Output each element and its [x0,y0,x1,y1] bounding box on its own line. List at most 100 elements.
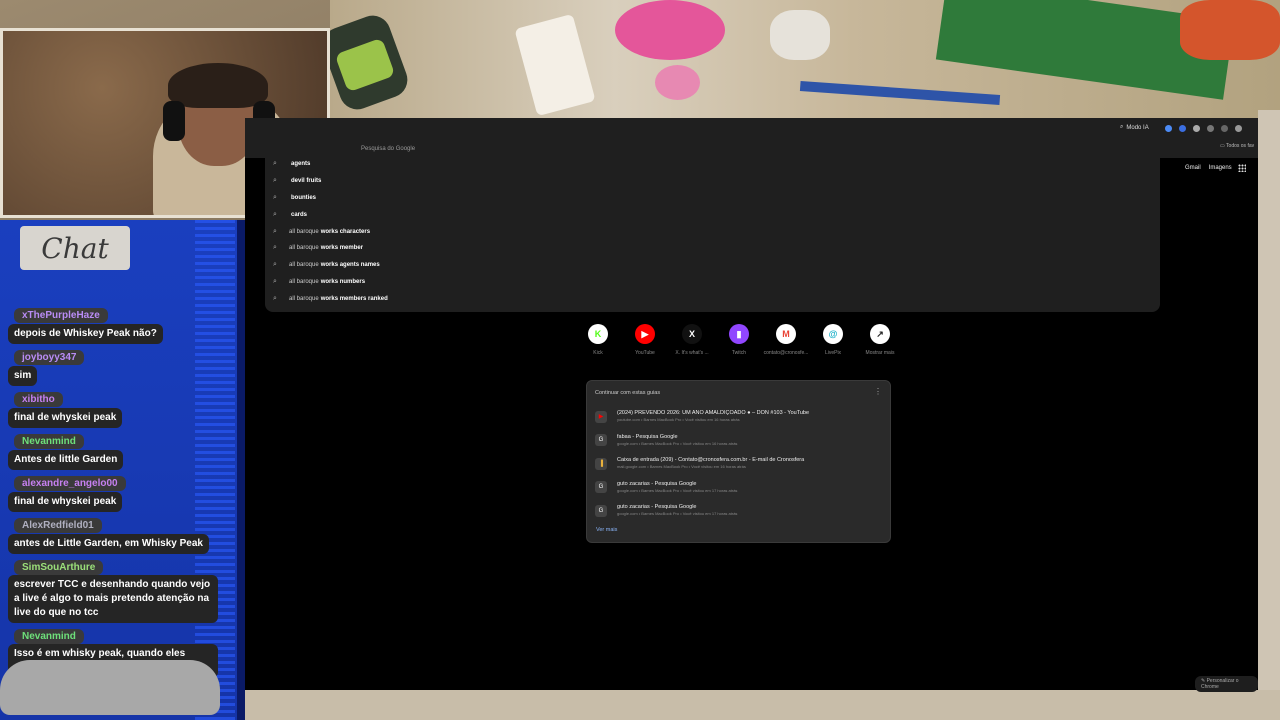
telephone-handset-decoration [0,660,220,715]
suggestion-prefix: all baroque [289,262,319,269]
extension-icon[interactable] [1179,125,1186,132]
suggestion-completion: works agents names [320,262,380,269]
see-more-link[interactable]: Ver mais [596,527,617,533]
all-bookmarks-label: Todos os fav [1226,143,1255,149]
extension-icon[interactable] [1221,125,1228,132]
suggestion-completion: bounties [291,194,316,201]
continue-tab-item[interactable]: Gguto zacarias - Pesquisa Google google.c… [595,476,885,500]
search-suggestion[interactable]: ⌕ all baroque works members ranked [273,290,1153,307]
shortcut-label: LivePix [824,350,842,356]
google-icon: G [595,434,607,447]
extension-icon[interactable] [1207,125,1214,132]
continue-tab-title: fabaa - Pesquisa Google [617,433,678,440]
chat-username[interactable]: alexandre_angelo00 [14,476,126,491]
shortcut-tile[interactable]: K Kick [583,324,613,356]
chat-message-text: escrever TCC e desenhando quando vejo a … [8,575,218,623]
suggestion-completion: works numbers [320,278,366,285]
chat-message: SimSouArthure escrever TCC e desenhando q… [0,557,235,623]
chat-message-list: xThePurpleHaze depois de Whiskey Peak não… [0,305,235,681]
chat-message-text: sim [8,366,38,386]
chat-username[interactable]: xThePurpleHaze [14,308,108,323]
chat-username[interactable]: xibitho [14,392,63,407]
customize-chrome-button[interactable]: ✎ Personalizar o Chrome [1195,676,1258,692]
chrome-extension-icon[interactable] [1165,125,1172,132]
continue-tabs-list: ▶ (2024) PREVENDO 2026: UM ANO AMALDIÇOAD… [595,405,885,523]
donut-piece-decoration [655,65,700,100]
folder-icon: ▭ [1220,143,1225,149]
google-icon: G [595,504,607,517]
chat-username[interactable]: Nevanmind [14,629,84,644]
shortcut-tile[interactable]: Mcontato@cronosfe... [764,324,808,356]
suggestion-completion: devil fruits [291,178,322,185]
search-suggestion[interactable]: ⌕ cards [273,206,1153,223]
chat-username[interactable]: joyboyy347 [14,350,85,365]
suggestion-prefix: all baroque [289,245,319,252]
chat-username[interactable]: Nevanmind [14,434,84,449]
suggestion-prefix: all baroque [289,295,319,302]
search-suggestion[interactable]: ⌕ all baroque works member [273,240,1153,257]
search-suggestion[interactable]: ⌕ all baroque works characters [273,223,1153,240]
continue-tab-text: guto zacarias - Pesquisa Google google.co… [617,481,737,494]
shortcut-label: Twitch [731,350,747,356]
search-input[interactable]: Pesquisa do Google [361,146,415,152]
suggestion-list: ⌕ agents ⌕ devil fruits ⌕ bounties ⌕ cards ⌕ all … [273,156,1153,307]
suggestion-completion: works characters [320,228,371,235]
images-link[interactable]: Imagens [1209,165,1232,171]
all-bookmarks-button[interactable]: ▭ Todos os fav [1220,143,1254,149]
search-icon: ⌕ [273,160,277,168]
continue-tab-title: guto zacarias - Pesquisa Google [617,504,697,511]
search-suggestion[interactable]: ⌕ agents [273,156,1153,173]
shortcut-tile[interactable]: ↗ Mostrar mais [865,324,895,356]
search-suggestion[interactable]: ⌕ all baroque works numbers [273,274,1153,291]
continue-tab-text: (2024) PREVENDO 2026: UM ANO AMALDIÇOADO… [617,410,809,423]
chat-message: alexandre_angelo00 final de whyskei peak [0,473,235,512]
chat-message: xThePurpleHaze depois de Whiskey Peak não… [0,305,235,344]
search-icon: ⌕ [273,210,277,218]
continue-tab-item[interactable]: ▐ Caixa de entrada (209) - Contato@cronos… [595,452,885,476]
chat-message-text: final de whyskei peak [8,408,123,428]
search-suggestion[interactable]: ⌕ all baroque works agents names [273,257,1153,274]
shortcut-label: X. It's what's ... [675,350,709,356]
shortcut-tile[interactable]: ▮ Twitch [724,324,754,356]
browser-tab-bar [245,118,1258,140]
continue-tab-item[interactable]: Gguto zacarias - Pesquisa Google google.c… [595,499,885,523]
search-icon: ⌕ [1120,124,1124,130]
chat-edge-decoration [237,220,245,720]
modo-ia-label: Modo IA [1126,124,1149,131]
gmail-link[interactable]: Gmail [1185,165,1201,171]
youtube-icon: ▶ [595,410,607,423]
chat-username[interactable]: AlexRedfield01 [14,518,102,533]
continue-tab-text: fabaa - Pesquisa Google google.com • Barn… [617,434,737,447]
shortcut-icon: X [682,324,702,344]
shortcut-label: Kick [593,350,603,356]
search-icon: ⌕ [273,244,277,252]
shortcut-tile[interactable]: X X. It's what's ... [675,324,709,356]
continue-tab-item[interactable]: Gfabaa - Pesquisa Google google.com • Bar… [595,429,885,453]
suggestion-prefix: all baroque [289,278,319,285]
download-icon[interactable] [1235,125,1242,132]
continue-tab-text: Caixa de entrada (209) - Contato@cronosf… [617,457,804,470]
shortcut-tile[interactable]: ▶ YouTube [630,324,660,356]
continue-tab-subtitle: google.com • Barnes MacBook Pro • Você v… [617,511,738,517]
search-suggestion[interactable]: ⌕ devil fruits [273,173,1153,190]
shortcut-tile[interactable]: @ LivePix [818,324,848,356]
donut-decoration [615,0,725,60]
google-apps-icon[interactable] [1238,164,1246,172]
chat-username[interactable]: SimSouArthure [14,560,104,575]
pizza-decoration [1180,0,1280,60]
extension-icon[interactable] [1193,125,1200,132]
more-options-icon[interactable]: ⋮ [874,387,882,396]
search-icon: ⌕ [273,227,277,235]
continue-tabs-title: Continuar com estas guias [595,390,661,396]
search-suggestion[interactable]: ⌕ bounties [273,190,1153,207]
shortcut-icon: ↗ [870,324,890,344]
continue-tab-subtitle: google.com • Barnes MacBook Pro • Você v… [617,487,738,493]
chat-message-text: antes de Little Garden, em Whisky Peak [8,534,209,554]
continue-tab-title: Caixa de entrada (209) - Contato@cronosf… [617,457,805,464]
search-icon: ⌕ [273,277,277,285]
modo-ia-button[interactable]: ⌕ Modo IA [1120,124,1149,131]
continue-tab-item[interactable]: ▶ (2024) PREVENDO 2026: UM ANO AMALDIÇOAD… [595,405,885,429]
headset-left-icon [163,101,185,141]
continue-tab-title: guto zacarias - Pesquisa Google [617,480,697,487]
shortcut-label: Mostrar mais [865,350,895,356]
